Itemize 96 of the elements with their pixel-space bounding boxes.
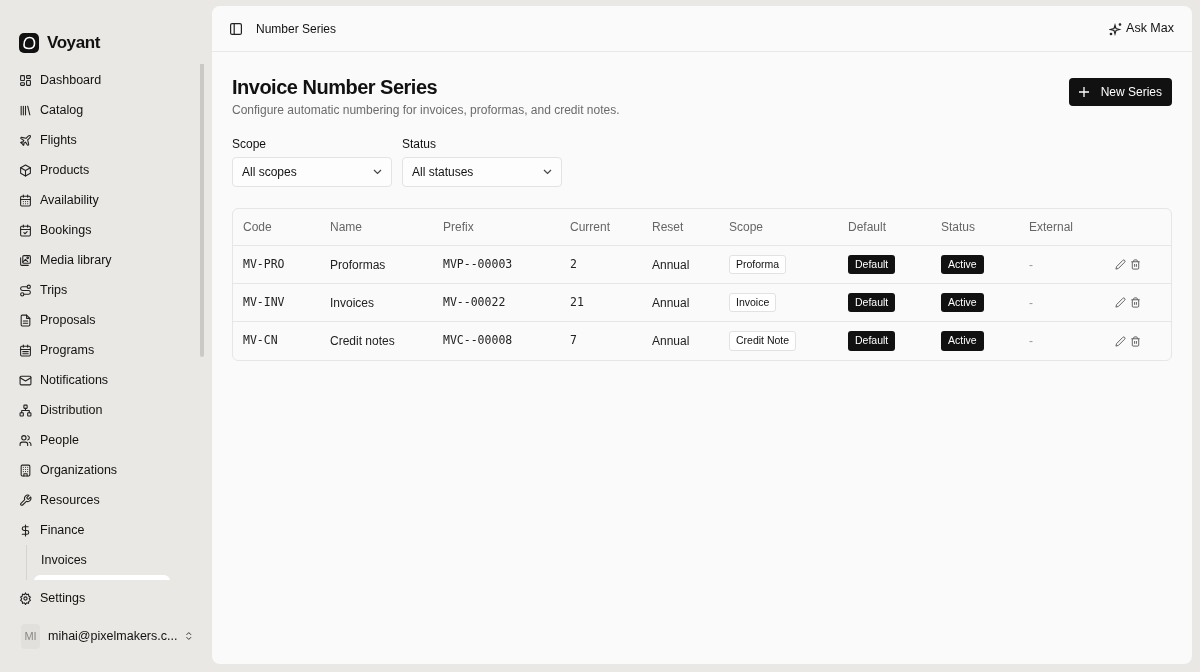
status-badge: Active: [941, 254, 984, 275]
pencil-icon[interactable]: [1115, 259, 1126, 270]
status-badge: Active: [941, 331, 984, 351]
sparkles-icon: [1109, 21, 1124, 36]
status-badge: Active: [941, 292, 984, 313]
table-cell-text: MVP--00003: [443, 255, 514, 273]
images-icon: [19, 253, 32, 267]
calendar-check-icon: [19, 223, 32, 237]
default-badge: Default: [848, 331, 896, 351]
network-icon: [19, 403, 32, 417]
nav-item[interactable]: Media library: [19, 245, 196, 275]
nav-item[interactable]: Organizations: [19, 455, 196, 485]
nav-item[interactable]: People: [19, 425, 196, 455]
column-header: Current: [570, 219, 611, 236]
table-cell-text: Annual: [652, 294, 691, 312]
nav-item[interactable]: Flights: [19, 125, 196, 155]
table-cell-text: -: [1029, 333, 1034, 350]
nav-item[interactable]: Catalog: [19, 95, 196, 125]
logo-icon: [19, 33, 39, 53]
column-header: Scope: [729, 219, 765, 236]
table-cell-text: MV-PRO: [243, 255, 286, 273]
nav-item[interactable]: Products: [19, 155, 196, 185]
chevron-down-icon: [373, 169, 382, 175]
scope-tag: Credit Note: [729, 331, 797, 351]
column-header: External: [1029, 219, 1075, 236]
nav-item[interactable]: Bookings: [19, 215, 196, 245]
default-badge: Default: [848, 254, 896, 275]
sidebar-toggle-icon[interactable]: [230, 22, 242, 35]
filter-label: Status: [402, 136, 438, 153]
select-field[interactable]: All statuses: [402, 157, 562, 187]
table-cell-text: 2: [570, 255, 578, 273]
trash-icon[interactable]: [1130, 297, 1141, 308]
table-cell-text: MV-CN: [243, 332, 279, 350]
column-header: Default: [848, 219, 888, 236]
table-cell-text: 21: [570, 293, 585, 311]
nav-item[interactable]: Distribution: [19, 395, 196, 425]
nav-item[interactable]: Finance: [19, 515, 196, 545]
new-series-button[interactable]: New Series: [1068, 78, 1172, 106]
default-badge: Default: [848, 292, 896, 313]
column-header: Reset: [652, 219, 685, 236]
nav-item[interactable]: Notifications: [19, 365, 196, 395]
document-icon: [19, 313, 32, 327]
filter-label: Scope: [232, 136, 268, 153]
plane-icon: [19, 133, 32, 147]
select-field[interactable]: All scopes: [232, 157, 392, 187]
breadcrumb: Number Series: [256, 20, 337, 38]
table-cell-text: Proformas: [330, 256, 387, 274]
trash-icon[interactable]: [1130, 259, 1141, 270]
page-subtitle: Configure automatic numbering for invoices, proformas, and credit notes.: [232, 102, 620, 119]
nav-item[interactable]: Programs: [19, 335, 196, 365]
nav-item[interactable]: Trips: [19, 275, 196, 305]
wrench-icon: [19, 493, 32, 507]
users-icon: [19, 433, 32, 447]
table-cell-text: 7: [570, 332, 578, 350]
package-icon: [19, 163, 32, 177]
grid-icon: [19, 73, 32, 87]
settings-icon: [19, 591, 32, 605]
column-header: Code: [243, 219, 273, 236]
nav-item[interactable]: Proposals: [19, 305, 196, 335]
column-header: Name: [330, 219, 363, 236]
ask-max-button[interactable]: Ask Max: [1109, 19, 1174, 38]
table-cell-text: Annual: [652, 333, 691, 350]
column-header: Status: [941, 219, 977, 236]
table-cell-text: -: [1029, 256, 1034, 274]
brand-name: Voyant: [47, 32, 100, 55]
nav-item[interactable]: Dashboard: [19, 65, 196, 95]
mail-icon: [19, 373, 32, 387]
chevron-updown-icon: [185, 630, 193, 642]
user-menu[interactable]: MI mihai@pixelmakers.c...: [21, 623, 193, 649]
nav-item[interactable]: Resources: [19, 485, 196, 515]
table-cell-text: MV--00022: [443, 293, 507, 311]
table-cell-text: -: [1029, 294, 1034, 312]
sub-nav-item[interactable]: Invoices: [34, 545, 196, 575]
scope-tag: Invoice: [729, 292, 777, 313]
trash-icon[interactable]: [1130, 335, 1141, 347]
calendar-list-icon: [19, 343, 32, 357]
pencil-icon[interactable]: [1115, 335, 1126, 347]
building-icon: [19, 463, 32, 477]
chevron-down-icon: [543, 169, 552, 175]
nav-item[interactable]: Settings: [40, 588, 86, 608]
plus-icon: [1078, 87, 1089, 97]
library-icon: [19, 103, 32, 117]
scope-tag: Proforma: [729, 254, 787, 275]
table-cell-text: Credit notes: [330, 333, 396, 350]
calendar-icon: [19, 193, 32, 207]
column-header: Prefix: [443, 219, 475, 236]
nav-item[interactable]: Availability: [19, 185, 196, 215]
dollar-icon: [19, 523, 32, 537]
avatar: MI: [21, 623, 40, 649]
table-cell-text: Invoices: [330, 294, 376, 312]
table-cell-text: MVC--00008: [443, 332, 514, 350]
table-cell-text: Annual: [652, 256, 691, 274]
page-title: Invoice Number Series: [232, 75, 439, 100]
route-icon: [19, 283, 32, 297]
pencil-icon[interactable]: [1115, 297, 1126, 308]
table-cell-text: MV-INV: [243, 293, 286, 311]
